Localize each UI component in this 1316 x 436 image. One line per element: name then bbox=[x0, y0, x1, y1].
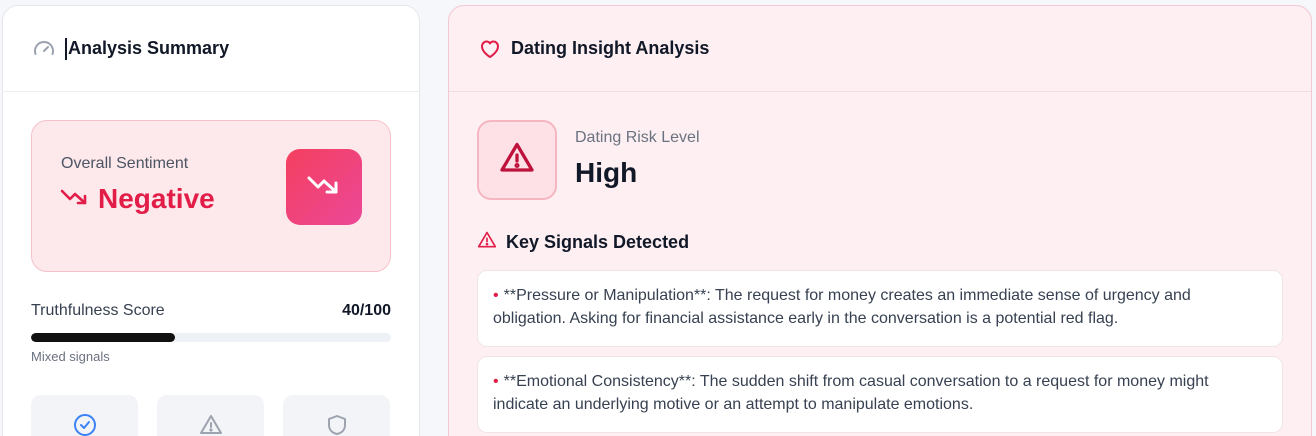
signal-item: • **Emotional Consistency**: The sudden s… bbox=[477, 356, 1283, 433]
bullet: • bbox=[493, 287, 499, 304]
dating-insight-header: Dating Insight Analysis bbox=[449, 6, 1311, 92]
check-circle-icon bbox=[73, 413, 97, 436]
stat-card-consistent bbox=[31, 395, 138, 436]
risk-level-badge bbox=[477, 120, 557, 200]
signal-text: **Pressure or Manipulation**: The reques… bbox=[493, 287, 1191, 327]
stat-card-warning bbox=[157, 395, 264, 436]
alert-triangle-icon bbox=[498, 140, 536, 181]
alert-triangle-icon bbox=[199, 413, 223, 436]
trending-down-icon bbox=[306, 172, 342, 203]
truthfulness-score: 40/100 bbox=[342, 302, 391, 319]
page-title: Analysis Summary bbox=[68, 38, 230, 58]
key-signals-title: Key Signals Detected bbox=[506, 232, 690, 252]
sentiment-value-row: Negative bbox=[60, 183, 215, 215]
alert-triangle-icon bbox=[477, 230, 497, 255]
truthfulness-note: Mixed signals bbox=[31, 349, 110, 364]
dating-insight-card: Dating Insight Analysis Dating Risk Leve… bbox=[448, 5, 1312, 436]
truthfulness-progress-fill bbox=[31, 333, 175, 342]
gauge-icon bbox=[31, 36, 57, 62]
risk-level-value: High bbox=[575, 157, 638, 188]
bullet: • bbox=[493, 373, 499, 390]
stat-card-safety bbox=[283, 395, 390, 436]
dating-insight-title: Dating Insight Analysis bbox=[511, 38, 710, 58]
signal-text: **Emotional Consistency**: The sudden sh… bbox=[493, 373, 1209, 413]
trending-down-icon bbox=[60, 186, 90, 213]
analysis-summary-card: Analysis Summary Overall Sentiment Negat… bbox=[2, 5, 420, 436]
text-cursor bbox=[65, 37, 67, 60]
analysis-summary-header: Analysis Summary bbox=[3, 6, 419, 92]
risk-level-label: Dating Risk Level bbox=[575, 129, 700, 146]
sentiment-badge bbox=[286, 149, 362, 225]
sentiment-label: Overall Sentiment bbox=[61, 155, 189, 172]
signal-item: • **Pressure or Manipulation**: The reque… bbox=[477, 270, 1283, 347]
truthfulness-progress-bar bbox=[31, 333, 391, 342]
key-signals-header: Key Signals Detected bbox=[477, 230, 689, 255]
shield-icon bbox=[325, 413, 349, 436]
heart-icon bbox=[477, 36, 503, 62]
overall-sentiment-box: Overall Sentiment Negative bbox=[31, 120, 391, 272]
sentiment-value: Negative bbox=[98, 183, 215, 214]
truthfulness-label: Truthfulness Score bbox=[31, 302, 165, 319]
